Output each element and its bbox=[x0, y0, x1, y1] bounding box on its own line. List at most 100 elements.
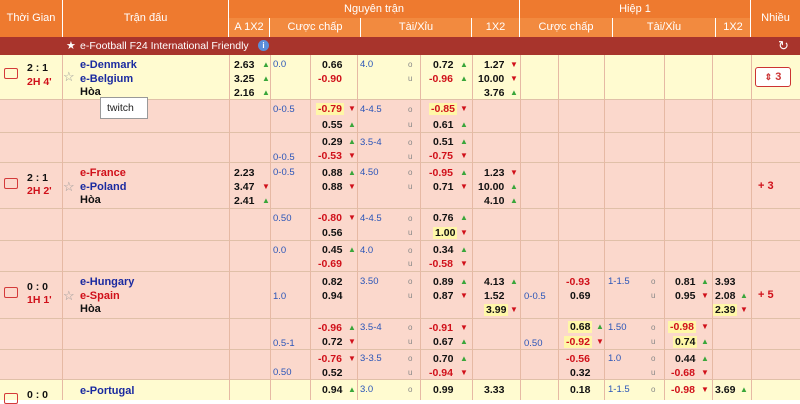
away-team[interactable]: e-Belgium bbox=[80, 73, 133, 85]
half-handicap-line: 0-0.5 bbox=[524, 291, 546, 302]
ou-line: 4.0 bbox=[360, 59, 374, 70]
half-under-odds[interactable]: -0.68 bbox=[671, 367, 695, 379]
handicap-odds-away[interactable]: 0.52 bbox=[322, 367, 342, 379]
half-under-odds[interactable]: 0.95 bbox=[675, 290, 695, 302]
handicap-odds-home[interactable]: 0.82 bbox=[322, 276, 342, 288]
over-odds[interactable]: 0.70 bbox=[433, 353, 453, 365]
home-team[interactable]: e-France bbox=[80, 167, 126, 179]
match-row-1-alt bbox=[0, 133, 800, 163]
over-odds[interactable]: 0.34 bbox=[433, 244, 453, 256]
odds-2[interactable]: 3.99 bbox=[484, 304, 509, 316]
handicap-odds-home[interactable]: 0.88 bbox=[322, 167, 342, 179]
under-odds[interactable]: 0.87 bbox=[433, 290, 453, 302]
handicap-odds-away[interactable]: -0.90 bbox=[318, 73, 342, 85]
tv-icon[interactable] bbox=[4, 68, 18, 79]
handicap-line: 1.0 bbox=[273, 291, 287, 302]
odds-1[interactable]: 3.33 bbox=[484, 384, 504, 396]
away-team[interactable]: e-Spain bbox=[80, 290, 120, 302]
under-odds[interactable]: -0.96 bbox=[429, 73, 453, 85]
over-odds[interactable]: 0.76 bbox=[433, 212, 453, 224]
handicap-odds-home[interactable]: -0.80 bbox=[318, 212, 342, 224]
odds-a3[interactable]: 2.16 bbox=[234, 87, 254, 99]
odds-x[interactable]: 1.52 bbox=[484, 290, 504, 302]
odds-a1[interactable]: 2.23 bbox=[234, 167, 254, 179]
handicap-odds-home[interactable]: -0.96 bbox=[318, 322, 342, 334]
more-bets-link[interactable]: + 5 bbox=[758, 289, 774, 301]
half-handicap-odds-away[interactable]: -0.92 bbox=[564, 336, 592, 348]
handicap-odds-away[interactable]: 0.94 bbox=[322, 290, 342, 302]
odds-a2[interactable]: 3.25 bbox=[234, 73, 254, 85]
under-odds[interactable]: 0.61 bbox=[433, 119, 453, 131]
more-bets-button[interactable]: ⇕ 3 bbox=[755, 67, 791, 87]
half-handicap-odds-away[interactable]: 0.69 bbox=[570, 290, 590, 302]
odds-x[interactable]: 10.00 bbox=[478, 73, 504, 85]
handicap-odds-away[interactable]: 0.72 bbox=[322, 336, 342, 348]
handicap-odds-away[interactable]: 0.55 bbox=[322, 119, 342, 131]
half-handicap-odds-home[interactable]: 0.18 bbox=[570, 384, 590, 396]
favorite-star-icon[interactable]: ☆ bbox=[63, 179, 75, 195]
half-handicap-odds-home[interactable]: -0.93 bbox=[566, 276, 590, 288]
under-odds[interactable]: -0.75 bbox=[429, 150, 453, 162]
handicap-line: 0-0.5 bbox=[273, 152, 295, 163]
handicap-odds-home[interactable]: 0.29 bbox=[322, 136, 342, 148]
odds-1[interactable]: 1.27 bbox=[484, 59, 504, 71]
odds-2[interactable]: 3.76 bbox=[484, 87, 504, 99]
over-odds[interactable]: -0.95 bbox=[429, 167, 453, 179]
half-handicap-odds-home[interactable]: 0.68 bbox=[568, 321, 593, 333]
half-odds-x[interactable]: 2.08 bbox=[715, 290, 735, 302]
over-odds[interactable]: 0.89 bbox=[433, 276, 453, 288]
half-over-odds[interactable]: 0.81 bbox=[675, 276, 695, 288]
under-odds[interactable]: 0.67 bbox=[433, 336, 453, 348]
tv-icon[interactable] bbox=[4, 287, 18, 298]
favorite-star-icon[interactable]: ☆ bbox=[63, 288, 75, 304]
handicap-odds-away[interactable]: 0.56 bbox=[322, 227, 342, 239]
half-handicap-odds-away[interactable]: 0.32 bbox=[570, 367, 590, 379]
half-odds-1[interactable]: 3.93 bbox=[715, 276, 735, 288]
odds-a1[interactable]: 2.63 bbox=[234, 59, 254, 71]
under-odds[interactable]: -0.94 bbox=[429, 367, 453, 379]
over-odds[interactable]: 0.99 bbox=[433, 384, 453, 396]
tv-icon[interactable] bbox=[4, 393, 18, 404]
info-icon[interactable]: i bbox=[258, 40, 269, 51]
handicap-odds-away[interactable]: -0.69 bbox=[318, 258, 342, 270]
half-over-odds[interactable]: -0.98 bbox=[671, 384, 695, 396]
odds-1[interactable]: 4.13 bbox=[484, 276, 504, 288]
match-row-2-alt bbox=[0, 241, 800, 272]
over-odds[interactable]: 0.51 bbox=[433, 136, 453, 148]
half-odds-1[interactable]: 3.69 bbox=[715, 384, 735, 396]
home-team[interactable]: e-Portugal bbox=[80, 385, 134, 397]
handicap-odds-home[interactable]: 0.45 bbox=[322, 244, 342, 256]
handicap-odds-home[interactable]: 0.94 bbox=[322, 384, 342, 396]
over-odds[interactable]: 0.72 bbox=[433, 59, 453, 71]
odds-x[interactable]: 10.00 bbox=[478, 181, 504, 193]
half-over-odds[interactable]: -0.98 bbox=[668, 321, 696, 333]
odds-a3[interactable]: 2.41 bbox=[234, 195, 254, 207]
handicap-odds-home[interactable]: 0.66 bbox=[322, 59, 342, 71]
over-odds[interactable]: -0.85 bbox=[429, 103, 457, 115]
draw-label: Hòa bbox=[80, 303, 101, 315]
away-team[interactable]: e-Poland bbox=[80, 181, 126, 193]
half-handicap-odds-home[interactable]: -0.56 bbox=[566, 353, 590, 365]
odds-a2[interactable]: 3.47 bbox=[234, 181, 254, 193]
handicap-odds-home[interactable]: -0.76 bbox=[318, 353, 342, 365]
under-odds[interactable]: 1.00 bbox=[433, 227, 458, 239]
refresh-icon[interactable]: ↻ bbox=[778, 38, 789, 54]
over-odds[interactable]: -0.91 bbox=[429, 322, 453, 334]
half-over-odds[interactable]: 0.44 bbox=[675, 353, 695, 365]
handicap-odds-away[interactable]: -0.53 bbox=[318, 150, 342, 162]
home-team[interactable]: e-Denmark bbox=[80, 59, 137, 71]
half-under-odds[interactable]: 0.74 bbox=[673, 336, 698, 348]
under-odds[interactable]: 0.71 bbox=[433, 181, 453, 193]
tv-icon[interactable] bbox=[4, 178, 18, 189]
favorite-star-icon[interactable]: ☆ bbox=[63, 69, 75, 85]
handicap-odds-home[interactable]: -0.79 bbox=[316, 103, 344, 115]
handicap-odds-away[interactable]: 0.88 bbox=[322, 181, 342, 193]
star-icon[interactable]: ★ bbox=[66, 39, 76, 52]
half-odds-2[interactable]: 2.39 bbox=[713, 304, 738, 316]
under-odds[interactable]: -0.58 bbox=[429, 258, 453, 270]
odds-1[interactable]: 1.23 bbox=[484, 167, 504, 179]
home-team[interactable]: e-Hungary bbox=[80, 276, 134, 288]
ou-line: 3.5-4 bbox=[360, 322, 382, 333]
more-bets-link[interactable]: + 3 bbox=[758, 180, 774, 192]
odds-2[interactable]: 4.10 bbox=[484, 195, 504, 207]
